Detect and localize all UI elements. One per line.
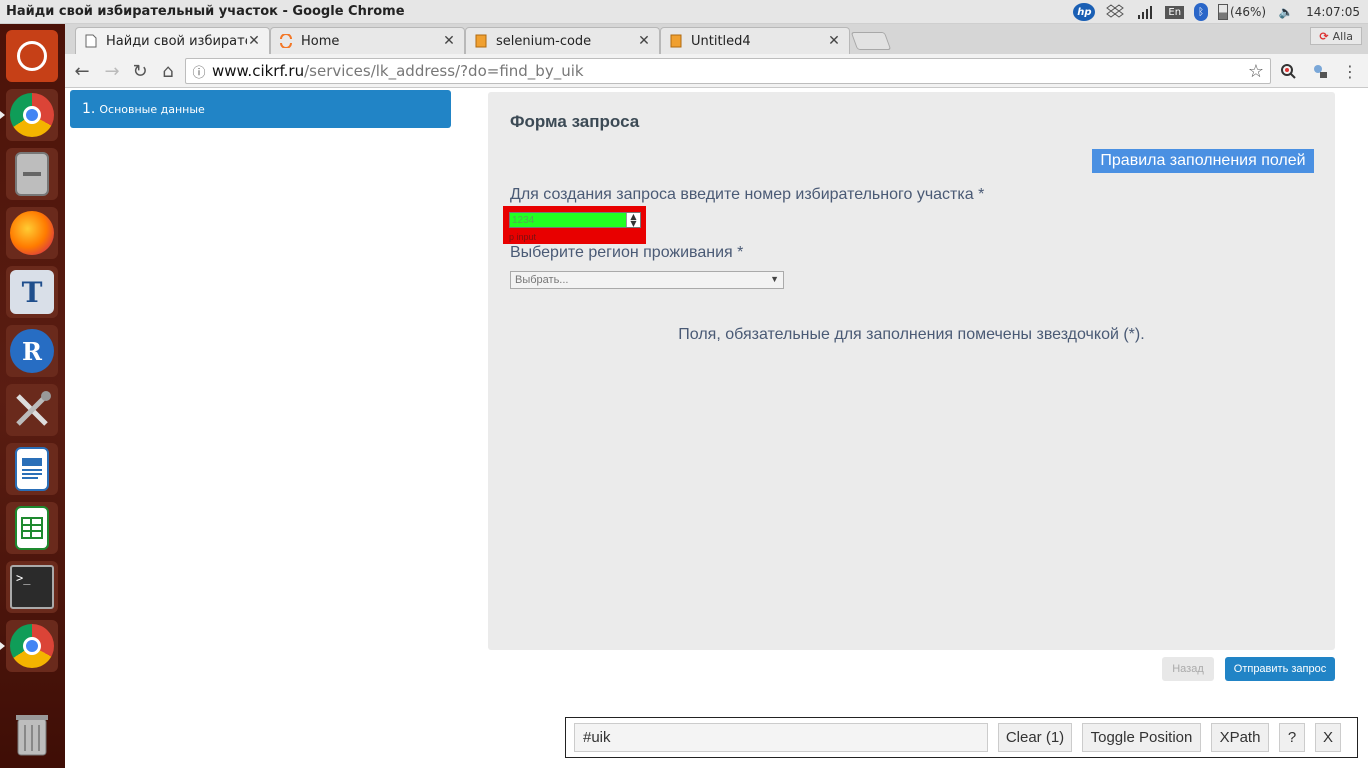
battery-icon xyxy=(1218,4,1229,20)
browser-tab-strip: Найди свой избирате ✕ Home ✕ selenium-co… xyxy=(65,24,1368,54)
request-form: Форма запроса Правила заполнения полей Д… xyxy=(488,92,1335,650)
running-indicator xyxy=(0,642,5,650)
notebook-icon xyxy=(669,34,683,48)
texstudio-icon[interactable]: T xyxy=(6,266,58,318)
tab-home[interactable]: Home ✕ xyxy=(270,27,465,54)
tab-label: Home xyxy=(301,33,340,49)
bluetooth-icon[interactable]: ᛒ xyxy=(1194,3,1209,21)
dropbox-icon[interactable] xyxy=(1105,3,1125,21)
element-tag-label: p input xyxy=(509,232,537,242)
tab-label: Untitled4 xyxy=(691,33,751,49)
form-title: Форма запроса xyxy=(510,112,640,131)
tab-untitled4[interactable]: Untitled4 ✕ xyxy=(660,27,850,54)
tab-cikrf[interactable]: Найди свой избирате ✕ xyxy=(75,27,270,54)
system-tools-icon[interactable] xyxy=(6,384,58,436)
step-basic-data[interactable]: 1. Основные данные xyxy=(70,90,451,128)
selector-input[interactable]: #uik xyxy=(574,723,988,752)
app-launcher: T R >_ xyxy=(0,24,65,768)
toggle-position-button[interactable]: Toggle Position xyxy=(1082,723,1201,752)
tab-selenium-code[interactable]: selenium-code ✕ xyxy=(465,27,660,54)
extension-icon[interactable] xyxy=(1310,61,1330,81)
uik-number-input[interactable]: 1234 ▲ ▼ xyxy=(509,212,641,228)
region-selected-value: Выбрать... xyxy=(515,274,569,286)
step-label: Основные данные xyxy=(99,102,205,116)
step-number: 1. xyxy=(82,101,96,117)
menu-icon[interactable]: ⋮ xyxy=(1340,61,1360,81)
close-tab-icon[interactable]: ✕ xyxy=(442,33,456,49)
page-content: 1. Основные данные Форма запроса Правила… xyxy=(65,88,1368,768)
region-label: Выберите регион проживания * xyxy=(510,244,744,261)
trash-icon[interactable] xyxy=(6,708,58,760)
close-tab-icon[interactable]: ✕ xyxy=(827,33,841,49)
close-button[interactable]: X xyxy=(1315,723,1341,752)
submit-button[interactable]: Отправить запрос xyxy=(1225,657,1335,681)
clear-button[interactable]: Clear (1) xyxy=(998,723,1072,752)
running-indicator xyxy=(0,111,5,119)
window-title: Найди свой избирательный участок - Googl… xyxy=(6,4,405,19)
number-spinner[interactable]: ▲ ▼ xyxy=(626,213,640,228)
chrome-icon[interactable] xyxy=(6,89,58,141)
files-icon[interactable] xyxy=(6,148,58,200)
address-bar[interactable]: ⓘ www.cikrf.ru/services/lk_address/?do=f… xyxy=(185,58,1271,84)
selector-extension-icon[interactable] xyxy=(1278,61,1298,81)
dropdown-arrow-icon: ▼ xyxy=(770,274,779,284)
system-tray: hp En ᛒ (46%) 🔈 14:07:05 xyxy=(1073,2,1360,22)
region-select[interactable]: Выбрать... ▼ xyxy=(510,271,784,289)
close-tab-icon[interactable]: ✕ xyxy=(637,33,651,49)
required-fields-note: Поля, обязательные для заполнения помече… xyxy=(678,326,1145,343)
profile-name: Alla xyxy=(1332,29,1353,43)
help-button[interactable]: ? xyxy=(1279,723,1305,752)
terminal-icon[interactable]: >_ xyxy=(6,561,58,613)
new-tab-button[interactable] xyxy=(850,32,892,50)
bookmark-star-icon[interactable]: ☆ xyxy=(1248,61,1264,82)
battery-percent: (46%) xyxy=(1230,5,1267,19)
forward-arrow-icon[interactable]: → xyxy=(101,60,123,82)
notebook-icon xyxy=(474,34,488,48)
xpath-button[interactable]: XPath xyxy=(1211,723,1269,752)
home-icon[interactable]: ⌂ xyxy=(157,60,179,82)
profile-sync-icon: ⟳ xyxy=(1319,29,1329,43)
volume-icon[interactable]: 🔈 xyxy=(1276,3,1296,21)
firefox-icon[interactable] xyxy=(6,207,58,259)
browser-toolbar: ← → ↻ ⌂ ⓘ www.cikrf.ru/services/lk_addre… xyxy=(65,54,1368,88)
url-host: www.cikrf.ru xyxy=(212,62,305,80)
keyboard-layout-indicator[interactable]: En xyxy=(1165,5,1185,19)
calc-icon[interactable] xyxy=(6,502,58,554)
battery-indicator[interactable]: (46%) xyxy=(1218,4,1266,20)
chrome-icon-2[interactable] xyxy=(6,620,58,672)
page-icon xyxy=(84,34,98,48)
tab-label: selenium-code xyxy=(496,33,592,49)
back-arrow-icon[interactable]: ← xyxy=(71,60,93,82)
ubuntu-dash-icon[interactable] xyxy=(6,30,58,82)
reload-icon[interactable]: ↻ xyxy=(129,60,151,82)
uik-value: 1234 xyxy=(512,214,535,226)
site-info-icon[interactable]: ⓘ xyxy=(186,62,212,81)
close-tab-icon[interactable]: ✕ xyxy=(247,33,261,49)
selector-helper-panel: #uik Clear (1) Toggle Position XPath ? X xyxy=(565,717,1358,758)
jupyter-icon xyxy=(279,34,293,48)
writer-icon[interactable] xyxy=(6,443,58,495)
uik-highlight: 1234 ▲ ▼ p input xyxy=(503,206,646,244)
network-icon[interactable] xyxy=(1135,3,1155,21)
uik-label: Для создания запроса введите номер избир… xyxy=(510,186,985,203)
url-path: /services/lk_address/?do=find_by_uik xyxy=(304,62,584,80)
os-top-bar: Найди свой избирательный участок - Googl… xyxy=(0,0,1368,24)
rules-button[interactable]: Правила заполнения полей xyxy=(1092,149,1314,173)
hp-icon[interactable]: hp xyxy=(1073,3,1096,21)
tab-label: Найди свой избирате xyxy=(106,33,247,49)
profile-button[interactable]: ⟳ Alla xyxy=(1310,27,1362,45)
r-icon[interactable]: R xyxy=(6,325,58,377)
back-button[interactable]: Назад xyxy=(1162,657,1214,681)
clock[interactable]: 14:07:05 xyxy=(1306,5,1360,19)
